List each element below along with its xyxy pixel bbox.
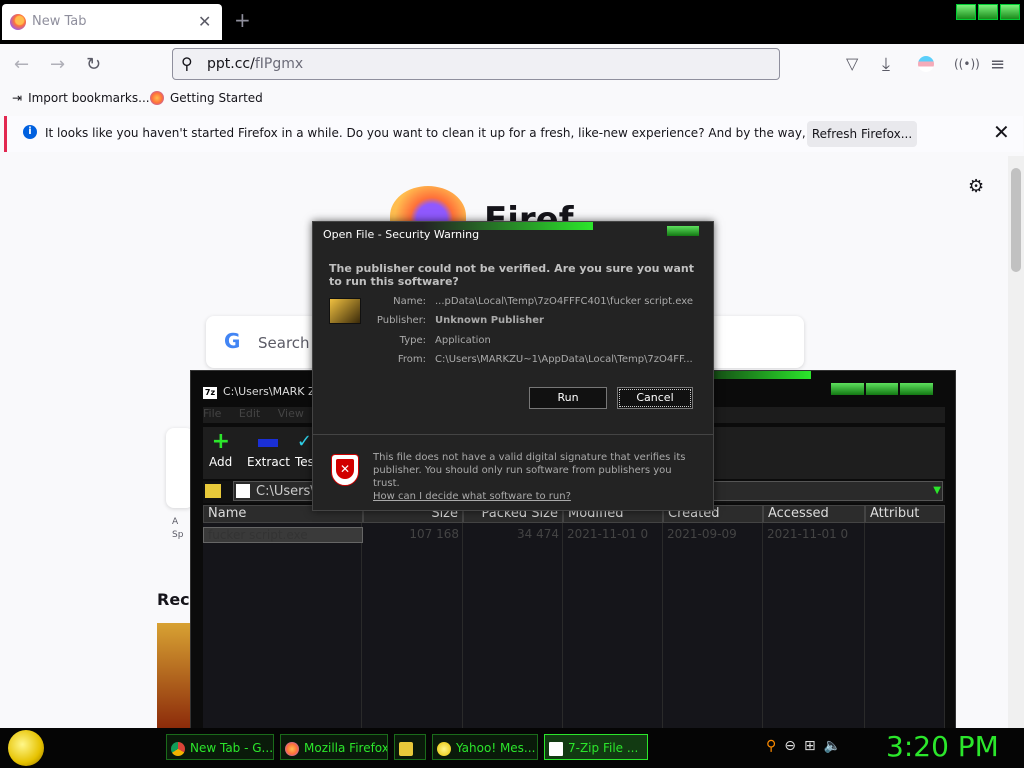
taskbar-item-7zip[interactable]: 7-Zip File ...	[544, 734, 648, 760]
yahoo-icon	[437, 741, 451, 756]
bookmarks-toolbar: ⇥ Import bookmarks... Getting Started	[0, 86, 1024, 112]
taskbar-item-firefox[interactable]: Mozilla Firefox	[280, 734, 388, 760]
clock[interactable]: 3:20 PM	[886, 730, 999, 763]
security-shield-icon: ✕	[331, 454, 359, 486]
file-list	[203, 523, 946, 729]
from-value: C:\Users\MARKZU~1\AppData\Local\Temp\7zO…	[435, 354, 693, 365]
publisher-label: Publisher:	[376, 315, 426, 326]
navigation-bar: ← → ↻ ⚲ ppt.cc/fIPgmx ▽ ⤓ ((•)) ≡	[0, 44, 1024, 86]
downloads-icon[interactable]: ⤓	[882, 54, 890, 75]
taskbar-item-yahoo[interactable]: Yahoo! Mes...	[432, 734, 538, 760]
account-icon[interactable]	[918, 56, 934, 72]
url-text[interactable]: ppt.cc/fIPgmx	[207, 56, 303, 72]
taskbar-item-chrome[interactable]: New Tab - G...	[166, 734, 274, 760]
name-label: Name:	[393, 296, 426, 307]
taskbar-item-explorer[interactable]	[394, 734, 426, 760]
minus-circle-icon[interactable]: ⊖	[784, 738, 796, 754]
chrome-icon	[171, 741, 185, 756]
top-site-label: A Sp	[172, 517, 184, 540]
7zip-icon	[236, 484, 250, 498]
notification-message: It looks like you haven't started Firefo…	[45, 126, 901, 140]
cancel-button[interactable]: Cancel	[617, 387, 693, 409]
taskbar: New Tab - G... Mozilla Firefox Yahoo! Me…	[0, 728, 1024, 768]
security-warning-dialog: Open File - Security Warning The publish…	[312, 221, 714, 511]
menu-view[interactable]: View	[278, 407, 304, 420]
tab-title: New Tab	[32, 14, 87, 29]
recent-thumbnail[interactable]	[157, 623, 193, 728]
plus-icon: +	[211, 429, 231, 454]
back-icon[interactable]: ←	[14, 54, 29, 75]
folder-icon	[399, 741, 413, 756]
menu-icon[interactable]: ≡	[990, 54, 1005, 75]
7zip-icon: 7z	[203, 387, 217, 399]
publisher-value: Unknown Publisher	[435, 315, 544, 326]
extract-button[interactable]: Extract	[247, 433, 290, 469]
refresh-firefox-button[interactable]: Refresh Firefox...	[807, 121, 917, 147]
firefox-icon	[285, 741, 299, 756]
network-icon[interactable]: ⊞	[804, 738, 816, 754]
minus-icon	[258, 439, 279, 447]
col-attributes[interactable]: Attribut	[865, 505, 945, 523]
close-notification-icon[interactable]: ✕	[993, 120, 1010, 144]
dialog-title: Open File - Security Warning	[323, 228, 480, 241]
search-icon: ⚲	[181, 54, 193, 73]
firefox-icon	[150, 91, 164, 105]
info-icon: i	[23, 125, 37, 139]
gear-icon[interactable]: ⚙	[968, 176, 984, 197]
from-label: From:	[397, 354, 426, 365]
type-value: Application	[435, 335, 491, 346]
tab-new-tab[interactable]: New Tab ✕	[2, 4, 222, 40]
start-button[interactable]	[8, 730, 44, 766]
pocket-icon[interactable]: ▽	[846, 54, 858, 73]
add-button[interactable]: + Add	[209, 429, 232, 470]
bookmark-import[interactable]: ⇥ Import bookmarks...	[12, 91, 150, 105]
extension-icon[interactable]: ((•))	[954, 57, 980, 71]
file-packed-size: 34 474	[517, 527, 559, 541]
close-tab-icon[interactable]: ✕	[198, 12, 211, 31]
notification-bar: i It looks like you haven't started Fire…	[4, 116, 1023, 152]
google-icon: G	[224, 329, 241, 353]
run-button[interactable]: Run	[529, 387, 607, 409]
warning-text: This file does not have a valid digital …	[373, 452, 686, 502]
dropdown-icon[interactable]: ▼	[933, 485, 941, 496]
window-controls[interactable]	[831, 383, 934, 395]
file-accessed: 2021-11-01 0	[767, 527, 849, 541]
window-controls[interactable]	[956, 4, 1020, 20]
reload-icon[interactable]: ↻	[86, 54, 101, 75]
file-name: fucker script.exe	[203, 527, 363, 543]
name-value: ...pData\Local\Temp\7zO4FFFC401\fucker s…	[435, 296, 693, 307]
dialog-heading: The publisher could not be verified. Are…	[329, 262, 694, 288]
7zip-icon	[549, 741, 563, 756]
search-icon[interactable]: ⚲	[766, 738, 776, 754]
table-row[interactable]: fucker script.exe 107 168 34 474 2021-11…	[203, 527, 865, 543]
type-label: Type:	[399, 335, 426, 346]
bookmark-getting-started[interactable]: Getting Started	[150, 91, 263, 105]
page-scrollbar[interactable]	[1008, 156, 1024, 728]
import-icon: ⇥	[12, 91, 23, 105]
help-link[interactable]: How can I decide what software to run?	[373, 491, 571, 502]
menu-edit[interactable]: Edit	[239, 407, 260, 420]
system-tray: ⚲ ⊖ ⊞ 🔈	[766, 738, 841, 754]
file-created: 2021-09-09	[667, 527, 737, 541]
file-modified: 2021-11-01 0	[567, 527, 649, 541]
tab-strip: New Tab ✕ +	[0, 0, 1024, 44]
dialog-controls[interactable]	[667, 226, 699, 236]
url-bar[interactable]: ⚲ ppt.cc/fIPgmx	[172, 48, 780, 80]
scrollbar-thumb[interactable]	[1011, 168, 1021, 272]
col-accessed[interactable]: Accessed	[763, 505, 865, 523]
menu-file[interactable]: File	[203, 407, 221, 420]
divider	[313, 434, 713, 435]
volume-icon[interactable]: 🔈	[824, 738, 841, 754]
window-title: 7z C:\Users\MARK Z	[203, 385, 316, 399]
file-size: 107 168	[409, 527, 459, 541]
folder-up-icon[interactable]	[205, 484, 221, 498]
firefox-icon	[10, 14, 26, 30]
forward-icon[interactable]: →	[50, 54, 65, 75]
new-tab-button[interactable]: +	[234, 8, 251, 32]
